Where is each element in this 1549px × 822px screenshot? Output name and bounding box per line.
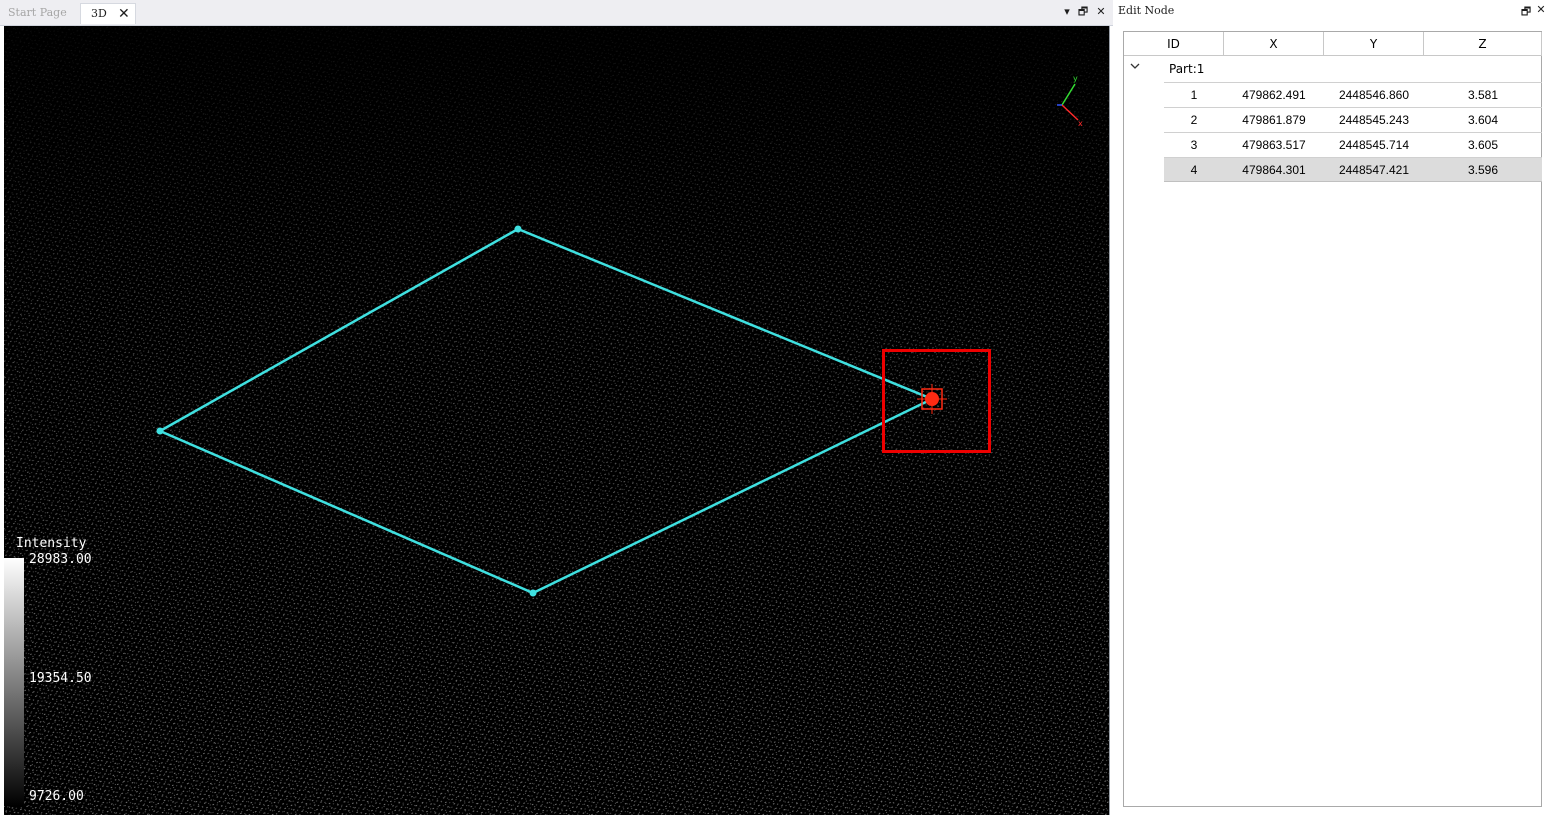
cell-y: 2448545.714 — [1338, 138, 1410, 152]
tab-3d[interactable]: 3D ✕ — [80, 3, 136, 24]
tree-group-part[interactable]: Part:1 — [1124, 57, 1541, 82]
table-row[interactable]: 3 479863.517 2448545.714 3.605 — [1164, 132, 1542, 157]
tree-group-label: Part:1 — [1169, 62, 1205, 76]
axis-x-label: x — [1078, 119, 1083, 128]
cell-z: 3.605 — [1467, 138, 1499, 152]
legend-min-value: 9726.00 — [29, 789, 84, 804]
legend-max-value: 28983.00 — [29, 552, 92, 567]
scene-canvas[interactable]: y x Intensity 28983.00 19354.50 9726.00 — [4, 26, 1109, 815]
column-header-id[interactable]: ID — [1124, 32, 1224, 56]
column-header-z[interactable]: Z — [1424, 32, 1542, 56]
window-restore-icon[interactable]: 🗗 — [1076, 3, 1090, 21]
table-row-selected[interactable]: 4 479864.301 2448547.421 3.596 — [1164, 157, 1542, 182]
polygon-vertex[interactable] — [529, 589, 537, 597]
node-tree-table[interactable]: ID X Y Z Part:1 1 479862.491 2448546.860… — [1123, 31, 1542, 807]
column-header-x[interactable]: X — [1224, 32, 1324, 56]
cell-y: 2448545.243 — [1338, 113, 1410, 127]
cell-x: 479861.879 — [1242, 113, 1306, 127]
table-row[interactable]: 2 479861.879 2448545.243 3.604 — [1164, 107, 1542, 132]
axis-y-label: y — [1073, 74, 1078, 83]
cell-x: 479863.517 — [1242, 138, 1306, 152]
polygon-vertex[interactable] — [156, 427, 164, 435]
window-close-icon[interactable]: ✕ — [1094, 3, 1108, 21]
selected-vertex-marker[interactable] — [917, 384, 947, 414]
chevron-down-icon[interactable] — [1129, 61, 1141, 71]
legend-color-ramp — [4, 558, 24, 806]
panel-close-icon[interactable]: ✕ — [1534, 3, 1548, 16]
cell-x: 479862.491 — [1242, 88, 1306, 102]
legend-mid-value: 19354.50 — [29, 671, 92, 686]
cell-x: 479864.301 — [1242, 163, 1306, 177]
cell-id: 1 — [1190, 88, 1198, 102]
cell-z: 3.604 — [1467, 113, 1499, 127]
tab-close-icon[interactable]: ✕ — [118, 4, 130, 24]
legend-title: Intensity — [16, 536, 87, 551]
cell-z: 3.581 — [1467, 88, 1499, 102]
point-cloud-viewport[interactable]: y x Intensity 28983.00 19354.50 9726.00 — [4, 26, 1110, 815]
table-row[interactable]: 1 479862.491 2448546.860 3.581 — [1164, 82, 1542, 107]
panel-restore-icon[interactable]: 🗗 — [1519, 3, 1533, 22]
cell-y: 2448546.860 — [1338, 88, 1410, 102]
cell-id: 3 — [1190, 138, 1198, 152]
tab-start-page[interactable]: Start Page — [0, 3, 77, 24]
cell-id: 4 — [1190, 163, 1198, 177]
window-dropdown-icon[interactable]: ▾ — [1060, 3, 1074, 21]
cell-y: 2448547.421 — [1338, 163, 1410, 177]
document-tab-strip: Start Page 3D ✕ ▾ 🗗 ✕ — [0, 0, 1113, 26]
cell-id: 2 — [1190, 113, 1198, 127]
panel-title: Edit Node — [1118, 4, 1175, 17]
tab-3d-label: 3D — [91, 7, 107, 20]
column-header-y[interactable]: Y — [1324, 32, 1424, 56]
cell-z: 3.596 — [1467, 163, 1499, 177]
polygon-vertex[interactable] — [514, 225, 522, 233]
depth-fade — [4, 26, 1109, 815]
